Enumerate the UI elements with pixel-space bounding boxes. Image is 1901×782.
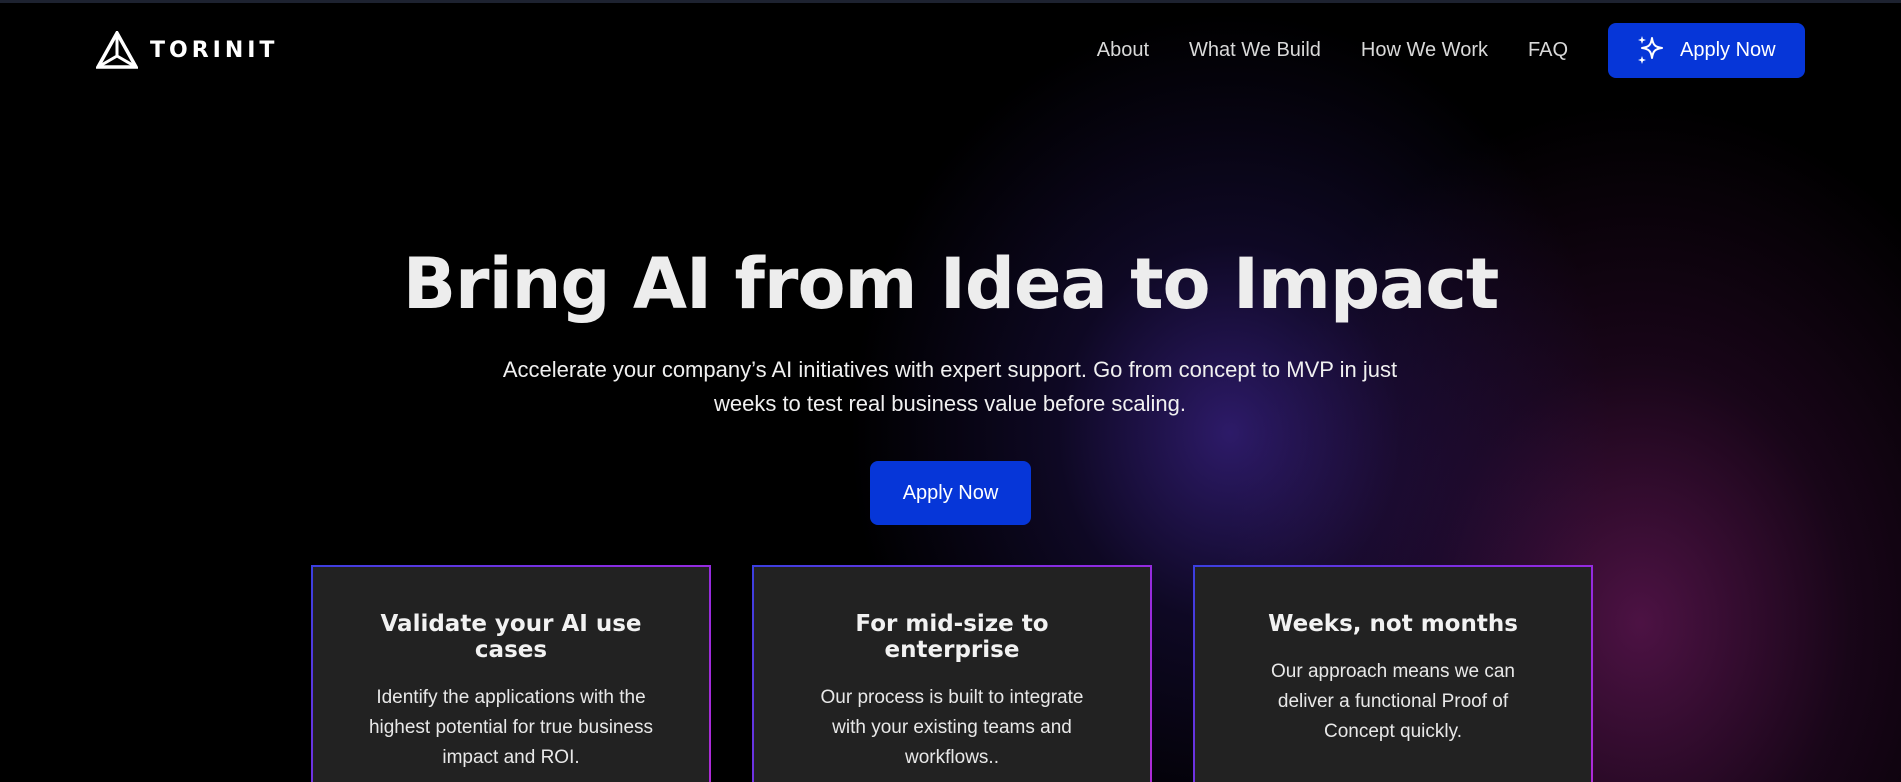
card-body: Our approach means we can deliver a func… [1271,661,1515,742]
sparkle-icon [1638,36,1663,64]
nav-link-what-we-build[interactable]: What We Build [1189,39,1321,62]
landing-page: TORINIT About What We Build How We Work … [0,0,1901,782]
card-body: Identify the applications with the highe… [368,687,654,768]
feature-card-validate: Validate your AI use cases Identify the … [311,565,711,782]
nav-link-faq[interactable]: FAQ [1528,39,1568,62]
card-body: Our process is built to integrate with y… [820,687,1084,768]
hero-apply-now-button[interactable]: Apply Now [870,461,1031,525]
nav-link-about[interactable]: About [1097,39,1149,62]
card-title: Weeks, not months [1268,611,1518,637]
nav-menu: About What We Build How We Work FAQ Appl… [1097,22,1805,78]
triangle-logo-icon [96,31,138,69]
nav-apply-now-label: Apply Now [1680,38,1776,61]
card-title: For mid-size to enterprise [855,611,1049,663]
brand[interactable]: TORINIT [96,31,278,69]
feature-card-weeks: Weeks, not months Our approach means we … [1193,565,1593,782]
nav-apply-now-button[interactable]: Apply Now [1608,22,1805,78]
hero-title: Bring AI from Idea to Impact [402,243,1500,325]
top-navigation: TORINIT About What We Build How We Work … [96,22,1805,78]
feature-card-enterprise: For mid-size to enterprise Our process i… [752,565,1152,782]
nav-link-how-we-work[interactable]: How We Work [1361,39,1488,62]
hero-subtitle: Accelerate your company’s AI initiatives… [502,357,1398,416]
brand-name: TORINIT [150,37,279,63]
feature-cards: Validate your AI use cases Identify the … [311,565,1593,782]
card-title: Validate your AI use cases [380,611,642,663]
